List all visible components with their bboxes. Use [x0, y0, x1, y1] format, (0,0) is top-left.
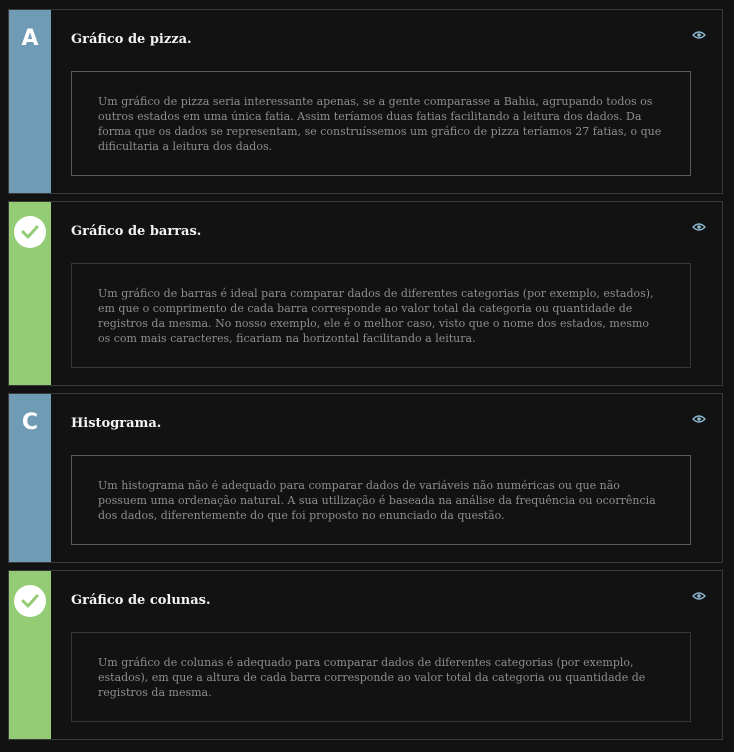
option-description-box: Um histograma não é adequado para compar… — [71, 455, 691, 545]
option-marker: C — [9, 394, 51, 562]
option-letter: A — [21, 26, 39, 51]
option-d[interactable]: Gráfico de colunas. Um gráfico de coluna… — [8, 570, 723, 740]
eye-icon[interactable] — [692, 30, 706, 40]
option-description: Um histograma não é adequado para compar… — [98, 478, 656, 522]
eye-icon[interactable] — [692, 591, 706, 601]
eye-icon[interactable] — [692, 414, 706, 424]
check-icon — [14, 585, 46, 617]
option-description-box: Um gráfico de colunas é adequado para co… — [71, 632, 691, 722]
option-marker: A — [9, 10, 51, 193]
option-title: Histograma. — [71, 416, 162, 431]
option-marker — [9, 202, 51, 385]
option-letter: C — [21, 410, 39, 435]
option-b[interactable]: Gráfico de barras. Um gráfico de barras … — [8, 201, 723, 386]
option-description-box: Um gráfico de pizza seria interessante a… — [71, 71, 691, 176]
option-description: Um gráfico de colunas é adequado para co… — [98, 655, 646, 699]
option-c[interactable]: C Histograma. Um histograma não é adequa… — [8, 393, 723, 563]
eye-icon[interactable] — [692, 222, 706, 232]
option-a[interactable]: A Gráfico de pizza. Um gráfico de pizza … — [8, 9, 723, 194]
check-icon — [14, 216, 46, 248]
option-title: Gráfico de barras. — [71, 224, 202, 239]
option-description-box: Um gráfico de barras é ideal para compar… — [71, 263, 691, 368]
option-marker — [9, 571, 51, 739]
option-description: Um gráfico de pizza seria interessante a… — [98, 94, 662, 153]
option-title: Gráfico de pizza. — [71, 32, 192, 47]
option-description: Um gráfico de barras é ideal para compar… — [98, 286, 654, 345]
option-title: Gráfico de colunas. — [71, 593, 211, 608]
